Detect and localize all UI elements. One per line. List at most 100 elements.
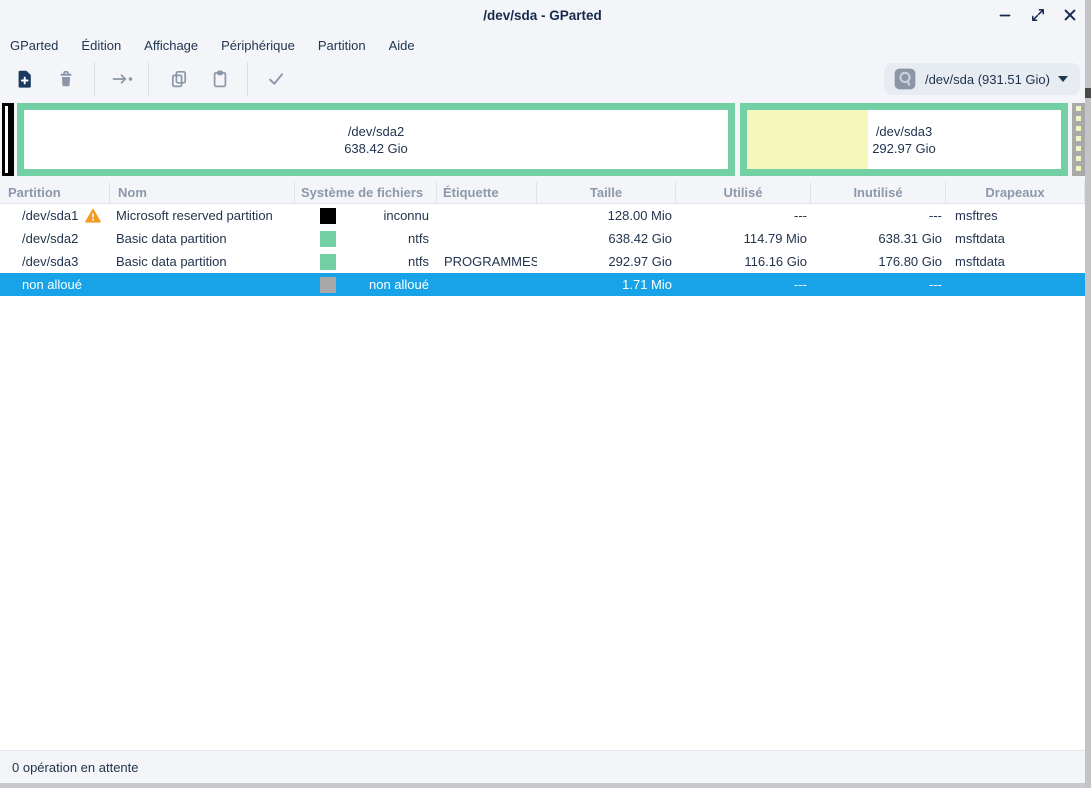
screen-edge-notch bbox=[1085, 88, 1091, 98]
filesystem-color-swatch bbox=[320, 231, 336, 247]
partition-flags: msftdata bbox=[946, 250, 1085, 273]
menu-aide[interactable]: Aide bbox=[387, 35, 417, 56]
restore-icon bbox=[1030, 7, 1046, 23]
toolbar-separator bbox=[247, 62, 248, 96]
disk-segment-unallocated[interactable] bbox=[1072, 103, 1086, 176]
partition-unused: --- bbox=[811, 273, 946, 296]
partition-table-rows: /dev/sda1 Microsoft reserved partition i… bbox=[0, 204, 1085, 296]
column-header-etiquette[interactable]: Étiquette bbox=[437, 182, 537, 203]
pending-operations-text: 0 opération en attente bbox=[12, 760, 139, 775]
delete-partition-button[interactable] bbox=[56, 69, 76, 89]
partition-unused: --- bbox=[811, 204, 946, 227]
resize-move-button[interactable] bbox=[110, 69, 136, 89]
paste-button[interactable] bbox=[210, 69, 230, 89]
table-row[interactable]: /dev/sda1 Microsoft reserved partition i… bbox=[0, 204, 1085, 227]
warning-icon bbox=[85, 208, 101, 224]
column-header-inutilise[interactable]: Inutilisé bbox=[811, 182, 946, 203]
paste-icon bbox=[210, 69, 230, 89]
close-button[interactable] bbox=[1058, 3, 1082, 27]
resize-arrow-icon bbox=[110, 69, 136, 89]
partition-label-name: Basic data partition bbox=[110, 250, 295, 273]
partition-label-name bbox=[110, 273, 295, 296]
new-partition-icon bbox=[14, 69, 34, 89]
filesystem-color-swatch bbox=[320, 254, 336, 270]
screen-edge-right bbox=[1085, 0, 1091, 788]
restore-button[interactable] bbox=[1026, 3, 1050, 27]
partition-flags: msftres bbox=[946, 204, 1085, 227]
gparted-window: /dev/sda - GParted GParted Édition Affic… bbox=[0, 0, 1091, 788]
partition-unused: 638.31 Gio bbox=[811, 227, 946, 250]
table-row[interactable]: /dev/sda3 Basic data partition ntfs PROG… bbox=[0, 250, 1085, 273]
partition-name: /dev/sda2 bbox=[22, 227, 78, 250]
menu-gparted[interactable]: GParted bbox=[8, 35, 60, 56]
partition-table-header: Partition Nom Système de fichiers Étique… bbox=[0, 182, 1085, 204]
partition-flags bbox=[946, 273, 1085, 296]
disk-segment-sda1-fill bbox=[5, 106, 8, 173]
partition-used: --- bbox=[676, 273, 811, 296]
disk-segment-sda2[interactable]: /dev/sda2 638.42 Gio bbox=[17, 103, 735, 176]
partition-label-name: Basic data partition bbox=[110, 227, 295, 250]
screen-edge-bottom bbox=[0, 783, 1085, 788]
statusbar: 0 opération en attente bbox=[0, 750, 1085, 783]
menu-peripherique[interactable]: Périphérique bbox=[219, 35, 297, 56]
disk-map: /dev/sda2 638.42 Gio /dev/sda3 292.97 Gi… bbox=[0, 103, 1085, 176]
partition-etiquette bbox=[437, 204, 537, 227]
disk-segment-size: 638.42 Gio bbox=[344, 140, 408, 157]
copy-icon bbox=[169, 69, 189, 89]
unallocated-pattern bbox=[1076, 106, 1081, 173]
column-header-systeme-de-fichiers[interactable]: Système de fichiers bbox=[295, 182, 437, 203]
hard-drive-icon bbox=[893, 67, 917, 91]
toolbar-separator bbox=[148, 62, 149, 96]
filesystem-color-swatch bbox=[320, 208, 336, 224]
partition-used: 114.79 Mio bbox=[676, 227, 811, 250]
partition-unused: 176.80 Gio bbox=[811, 250, 946, 273]
trash-icon bbox=[56, 69, 76, 89]
new-partition-button[interactable] bbox=[14, 69, 34, 89]
partition-name: /dev/sda1 bbox=[22, 204, 78, 227]
partition-name: /dev/sda3 bbox=[22, 250, 78, 273]
partition-used: --- bbox=[676, 204, 811, 227]
partition-label-name: Microsoft reserved partition bbox=[110, 204, 295, 227]
minimize-button[interactable] bbox=[993, 3, 1017, 27]
partition-size: 1.71 Mio bbox=[537, 273, 676, 296]
partition-etiquette bbox=[437, 227, 537, 250]
partition-etiquette: PROGRAMMES bbox=[437, 250, 537, 273]
menubar: GParted Édition Affichage Périphérique P… bbox=[0, 30, 1085, 60]
partition-size: 638.42 Gio bbox=[537, 227, 676, 250]
disk-segment-used-space bbox=[747, 110, 868, 169]
column-header-drapeaux[interactable]: Drapeaux bbox=[946, 182, 1085, 203]
disk-segment-sda3[interactable]: /dev/sda3 292.97 Gio bbox=[740, 103, 1068, 176]
column-header-taille[interactable]: Taille bbox=[537, 182, 676, 203]
disk-segment-size: 292.97 Gio bbox=[872, 140, 936, 157]
column-header-utilise[interactable]: Utilisé bbox=[676, 182, 811, 203]
chevron-down-icon bbox=[1058, 76, 1068, 82]
table-row-selected[interactable]: non alloué non alloué 1.71 Mio --- --- bbox=[0, 273, 1085, 296]
toolbar: /dev/sda (931.51 Gio) bbox=[0, 60, 1085, 98]
titlebar: /dev/sda - GParted bbox=[0, 0, 1085, 30]
disk-segment-device: /dev/sda2 bbox=[348, 123, 404, 140]
partition-size: 292.97 Gio bbox=[537, 250, 676, 273]
filesystem-color-swatch bbox=[320, 277, 336, 293]
menu-affichage[interactable]: Affichage bbox=[142, 35, 200, 56]
partition-name: non alloué bbox=[22, 273, 82, 296]
copy-button[interactable] bbox=[169, 69, 189, 89]
window-title: /dev/sda - GParted bbox=[0, 0, 1085, 30]
disk-segment-device: /dev/sda3 bbox=[876, 123, 932, 140]
device-selector[interactable]: /dev/sda (931.51 Gio) bbox=[884, 63, 1080, 95]
partition-size: 128.00 Mio bbox=[537, 204, 676, 227]
partition-used: 116.16 Gio bbox=[676, 250, 811, 273]
column-header-nom[interactable]: Nom bbox=[110, 182, 295, 203]
column-header-partition[interactable]: Partition bbox=[0, 182, 110, 203]
device-selector-label: /dev/sda (931.51 Gio) bbox=[925, 72, 1050, 87]
partition-flags: msftdata bbox=[946, 227, 1085, 250]
checkmark-icon bbox=[266, 69, 286, 89]
disk-segment-sda1[interactable] bbox=[2, 103, 14, 176]
toolbar-separator bbox=[94, 62, 95, 96]
apply-operations-button[interactable] bbox=[266, 69, 286, 89]
close-icon bbox=[1062, 7, 1078, 23]
partition-etiquette bbox=[437, 273, 537, 296]
table-row[interactable]: /dev/sda2 Basic data partition ntfs 638.… bbox=[0, 227, 1085, 250]
menu-partition[interactable]: Partition bbox=[316, 35, 368, 56]
menu-edition[interactable]: Édition bbox=[79, 35, 123, 56]
minimize-icon bbox=[997, 7, 1013, 23]
